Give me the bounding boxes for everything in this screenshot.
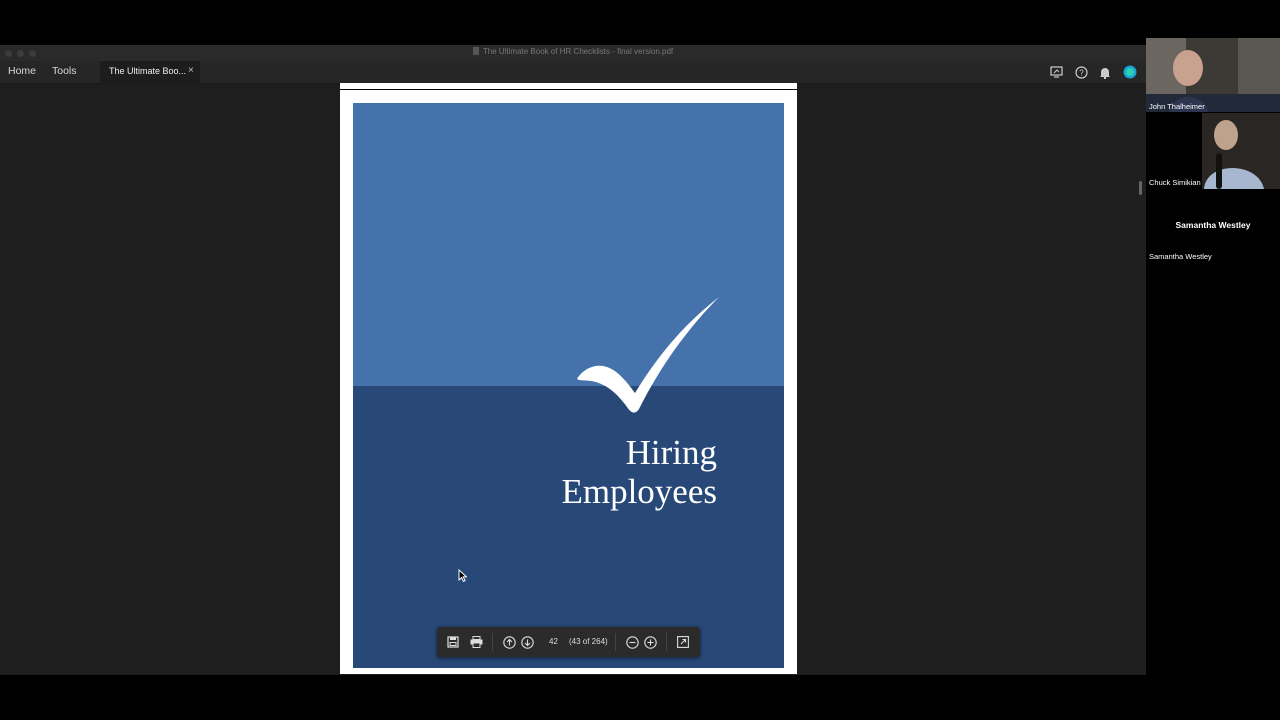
- fit-page-icon[interactable]: [675, 634, 691, 650]
- cover-bottom-panel: [353, 386, 784, 668]
- avatar-icon[interactable]: [1123, 65, 1137, 79]
- home-menu[interactable]: Home: [8, 65, 36, 77]
- cover-title-line1: Hiring: [625, 433, 717, 472]
- document-icon: [472, 47, 479, 55]
- toolbar-divider: [492, 633, 493, 651]
- cover-title-line2: Employees: [561, 472, 717, 511]
- title-bar: The Ultimate Book of HR Checklists - fin…: [0, 45, 1146, 61]
- page-count-label: (43 of 264): [569, 637, 608, 646]
- participant-video-samantha[interactable]: Samantha Westley Samantha Westley: [1146, 190, 1280, 264]
- participant-name: Chuck Simikian: [1149, 178, 1201, 187]
- cover-top-panel: [353, 103, 784, 386]
- toolbar-divider: [615, 633, 616, 651]
- bell-icon[interactable]: [1098, 65, 1112, 79]
- vertical-scrollbar[interactable]: [1137, 85, 1145, 675]
- window-title: The Ultimate Book of HR Checklists - fin…: [0, 47, 1146, 56]
- scroll-thumb[interactable]: [1139, 181, 1142, 195]
- participant-name: John Thalheimer: [1149, 102, 1205, 111]
- tools-menu[interactable]: Tools: [52, 65, 77, 77]
- print-icon[interactable]: [468, 634, 484, 650]
- toolbar-divider: [666, 633, 667, 651]
- screen-share-icon[interactable]: [1049, 65, 1063, 79]
- svg-text:?: ?: [1079, 68, 1084, 77]
- participant-display-name: Samantha Westley: [1175, 220, 1251, 230]
- participant-name: Samantha Westley: [1149, 252, 1212, 261]
- cover-title: Hiring Employees: [561, 433, 717, 511]
- participant-video-john[interactable]: John Thalheimer: [1146, 38, 1280, 112]
- video-feed: [1146, 38, 1280, 112]
- zoom-in-icon[interactable]: [642, 634, 658, 650]
- tab-close-icon[interactable]: ×: [188, 65, 194, 76]
- help-icon[interactable]: ?: [1074, 65, 1088, 79]
- previous-page-edge: [340, 83, 797, 90]
- tab-label: The Ultimate Boo...: [109, 66, 187, 76]
- next-page-icon[interactable]: [519, 634, 535, 650]
- save-icon[interactable]: [445, 634, 461, 650]
- participant-video-chuck[interactable]: Chuck Simikian: [1146, 113, 1280, 189]
- document-tab[interactable]: The Ultimate Boo... ×: [100, 61, 200, 83]
- pdf-floating-toolbar: 42 (43 of 264): [437, 627, 700, 657]
- page-number-input[interactable]: 42: [549, 637, 558, 646]
- pdf-page: Hiring Employees: [340, 90, 797, 674]
- previous-page-icon[interactable]: [501, 634, 517, 650]
- menu-bar: Home Tools The Ultimate Boo... × ?: [0, 61, 1146, 84]
- checkmark-icon: [577, 297, 719, 413]
- mouse-cursor-icon: [458, 569, 467, 582]
- zoom-out-icon[interactable]: [624, 634, 640, 650]
